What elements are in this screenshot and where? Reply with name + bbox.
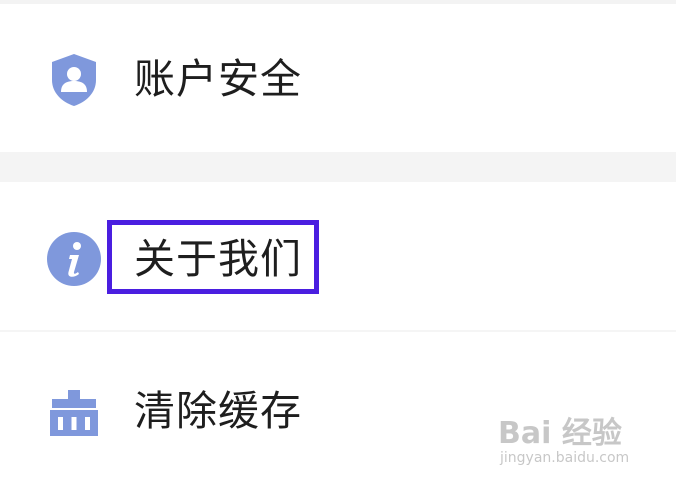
menu-item-label: 账户安全 — [134, 55, 302, 103]
shield-user-icon — [52, 54, 96, 106]
highlight-annotation-box — [107, 220, 319, 294]
baidu-jingyan-watermark: Bai 经验 jingyan.baidu.com — [498, 404, 668, 474]
watermark-url: jingyan.baidu.com — [500, 450, 630, 466]
section-separator — [0, 152, 676, 182]
info-icon — [47, 232, 101, 286]
basket-icon — [50, 390, 98, 436]
menu-item-account-security[interactable]: 账户安全 — [0, 4, 676, 152]
menu-item-about-us[interactable]: 关于我们 — [0, 182, 676, 330]
watermark-logo: Bai 经验 — [498, 416, 622, 451]
menu-item-label: 清除缓存 — [134, 387, 302, 435]
